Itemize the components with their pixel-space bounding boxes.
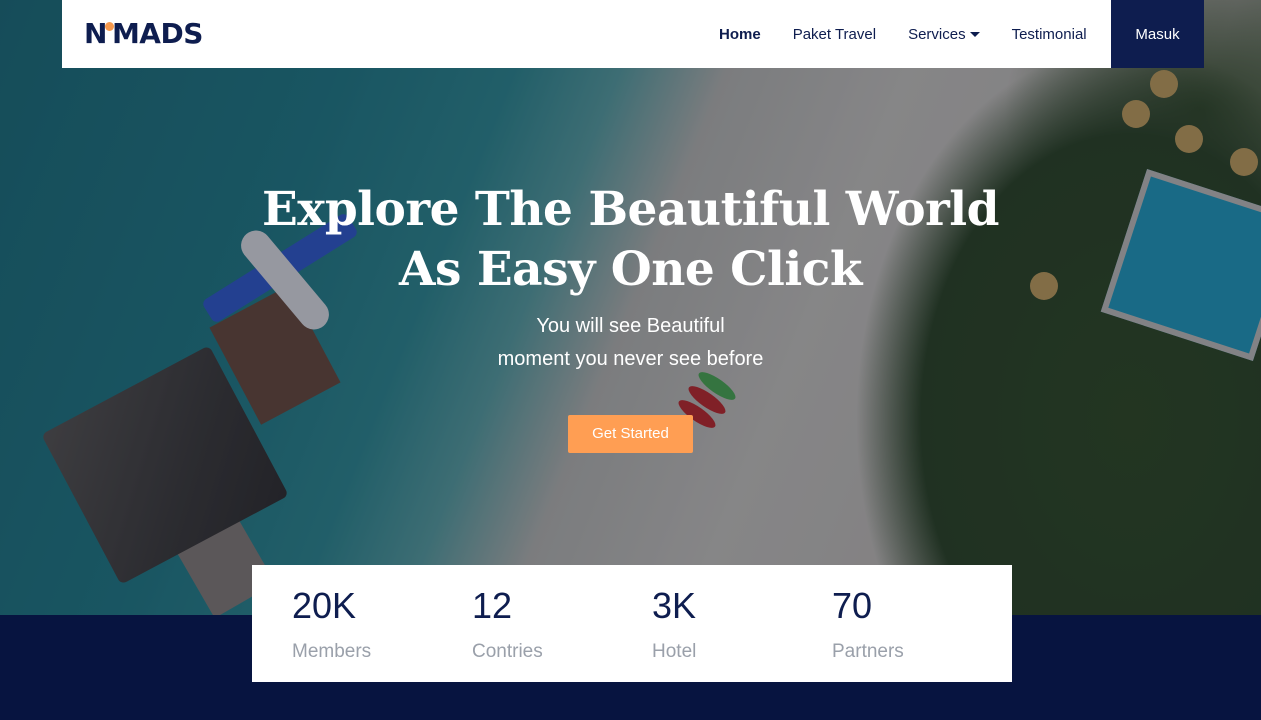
hero-subtitle-line1: You will see Beautiful — [536, 315, 725, 337]
stat-label: Partners — [832, 641, 904, 662]
stat-value: 70 — [832, 585, 873, 626]
hero-section: Explore The Beautiful World As Easy One … — [0, 180, 1261, 453]
beach-umbrella-icon — [1150, 70, 1178, 98]
logo-dot-icon — [104, 22, 114, 31]
hero-title: Explore The Beautiful World As Easy One … — [0, 180, 1261, 300]
nav-item-home[interactable]: Home — [719, 26, 761, 43]
stats-panel: 20K Members 12 Contries 3K Hotel 70 Part… — [252, 565, 1012, 682]
nav-item-services-label: Services — [908, 25, 966, 43]
beach-umbrella-icon — [1122, 100, 1150, 128]
nomads-logo[interactable]: N MADS — [84, 16, 203, 52]
stat-label: Members — [292, 641, 372, 662]
login-button[interactable]: Masuk — [1111, 0, 1204, 68]
nav-links: Home Paket Travel Services Testimonial — [719, 0, 1119, 68]
stat-partners: 70 Partners — [832, 565, 1012, 682]
beach-umbrella-icon — [1175, 125, 1203, 153]
stat-label: Contries — [472, 641, 543, 662]
nav-item-services[interactable]: Services — [908, 26, 980, 43]
stat-hotel: 3K Hotel — [652, 565, 832, 682]
nav-item-testimonial[interactable]: Testimonial — [1012, 26, 1087, 43]
stat-countries: 12 Contries — [472, 565, 652, 682]
nav-item-paket-travel[interactable]: Paket Travel — [793, 26, 876, 43]
caret-down-icon — [969, 31, 980, 37]
stat-value: 3K — [652, 585, 697, 626]
stat-value: 12 — [472, 585, 513, 626]
navbar: N MADS Home Paket Travel Services Testimo… — [62, 0, 1204, 68]
hero-subtitle: You will see Beautiful moment you never … — [0, 310, 1261, 376]
stat-members: 20K Members — [292, 565, 472, 682]
get-started-button[interactable]: Get Started — [568, 415, 693, 453]
hero-title-line1: Explore The Beautiful World — [261, 182, 1000, 237]
beach-umbrella-icon — [1230, 148, 1258, 176]
stat-label: Hotel — [652, 641, 697, 662]
hero-subtitle-line2: moment you never see before — [497, 348, 764, 370]
hero-title-line2: As Easy One Click — [399, 242, 862, 297]
stat-value: 20K — [292, 585, 357, 626]
